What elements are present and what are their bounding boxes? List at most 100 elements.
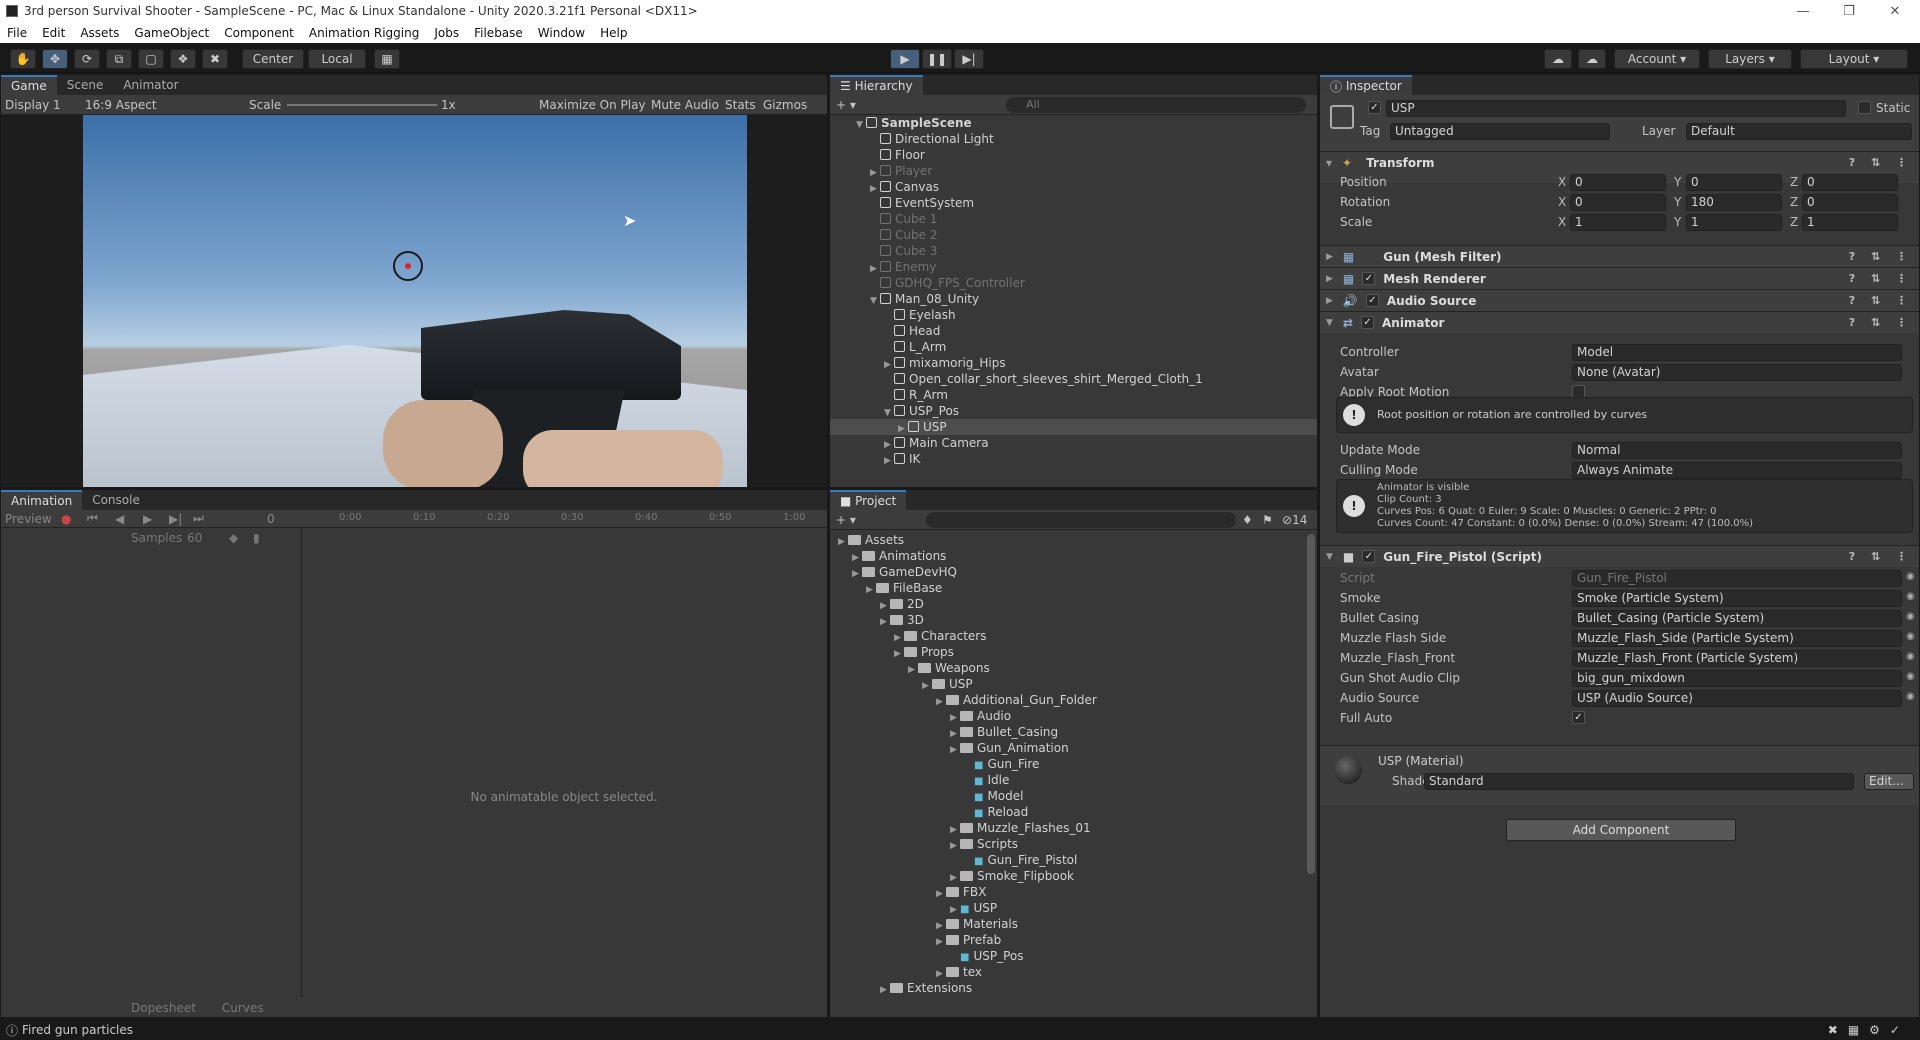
menu-edit[interactable]: Edit (35, 26, 73, 40)
component-header[interactable]: ▼ ⇄ ✓ Animator ? ⇅ ⋮ (1320, 311, 1919, 333)
curves-tab[interactable]: Curves (222, 1001, 264, 1015)
project-item[interactable]: ▶ Audio (830, 708, 1305, 724)
maximize-on-play-toggle[interactable]: Maximize On Play (539, 98, 646, 112)
rect-tool-icon[interactable]: ▢ (138, 49, 164, 69)
project-item[interactable]: ▶ Gun_Animation (830, 740, 1305, 756)
collab-icon[interactable]: ☁ (1544, 49, 1572, 69)
hierarchy-item[interactable]: Cube 1 (830, 211, 1317, 227)
project-item[interactable]: ▶ Smoke_Flipbook (830, 868, 1305, 884)
hierarchy-item[interactable]: ▶ USP (830, 419, 1317, 435)
transform-scl-y-field[interactable]: 1 (1686, 214, 1782, 231)
rotate-tool-icon[interactable]: ⟳ (74, 49, 100, 69)
project-item[interactable]: ▶ USP (830, 676, 1305, 692)
component-header[interactable]: ▶ ▦ ✓ Mesh Renderer ? ⇅ ⋮ (1320, 267, 1919, 289)
timeline-ruler[interactable]: 0:00 0:10 0:20 0:30 0:40 0:50 1:00 (339, 510, 817, 528)
project-search-input[interactable] (926, 512, 1236, 528)
object-picker-icon[interactable]: ◉ (1906, 691, 1915, 702)
transform-tool-icon[interactable]: ❖ (170, 49, 196, 69)
play-button[interactable]: ▶ (890, 49, 920, 69)
project-item[interactable]: ▶ tex (830, 964, 1305, 980)
dopesheet-tab[interactable]: Dopesheet (131, 1001, 196, 1015)
project-item[interactable]: ▶ Muzzle_Flashes_01 (830, 820, 1305, 836)
hierarchy-item[interactable]: Eyelash (830, 307, 1317, 323)
tab-hierarchy[interactable]: ☰ Hierarchy (830, 75, 923, 95)
component-header[interactable]: ▶ ▦ Gun (Mesh Filter) ? ⇅ ⋮ (1320, 245, 1919, 267)
culling-mode-dropdown[interactable]: Always Animate (1572, 462, 1902, 479)
tab-animation[interactable]: Animation (1, 490, 83, 510)
script-field-value[interactable]: USP (Audio Source) (1572, 690, 1902, 707)
hierarchy-item[interactable]: ▶ Canvas (830, 179, 1317, 195)
object-picker-icon[interactable]: ◉ (1906, 671, 1915, 682)
shader-dropdown[interactable]: Standard (1424, 773, 1854, 790)
transform-rot-y-field[interactable]: 180 (1686, 194, 1782, 211)
tab-project[interactable]: ■ Project (830, 490, 907, 510)
transform-rot-z-field[interactable]: 0 (1802, 194, 1898, 211)
hierarchy-item[interactable]: Head (830, 323, 1317, 339)
menu-assets[interactable]: Assets (73, 26, 127, 40)
project-item[interactable]: ▶ Scripts (830, 836, 1305, 852)
gizmos-dropdown[interactable]: Gizmos (763, 98, 807, 112)
project-item[interactable]: ■ Gun_Fire_Pistol (830, 852, 1305, 868)
script-field-value[interactable]: Bullet_Casing (Particle System) (1572, 610, 1902, 627)
expand-arrow-icon[interactable]: ▶ (880, 982, 890, 998)
component-enabled-checkbox[interactable]: ✓ (1360, 316, 1374, 329)
menu-component[interactable]: Component (217, 26, 302, 40)
hierarchy-item[interactable]: R_Arm (830, 387, 1317, 403)
stats-toggle[interactable]: Stats (725, 98, 756, 112)
hierarchy-item[interactable]: GDHQ_FPS_Controller (830, 275, 1317, 291)
component-menu-icons[interactable]: ? ⇅ ⋮ (1849, 250, 1913, 263)
create-asset-button[interactable]: + ▾ (836, 513, 856, 527)
hierarchy-search-input[interactable]: All (1006, 97, 1306, 113)
filter-type-icon[interactable]: ♦ (1242, 513, 1253, 527)
component-header[interactable]: ▶ 🔊 ✓ Audio Source ? ⇅ ⋮ (1320, 289, 1919, 311)
hierarchy-item[interactable]: Cube 2 (830, 227, 1317, 243)
tab-console[interactable]: Console (82, 490, 150, 510)
pause-button[interactable]: ❚❚ (922, 49, 952, 69)
tab-animator[interactable]: Animator (113, 75, 188, 95)
hierarchy-item[interactable]: Open_collar_short_sleeves_shirt_Merged_C… (830, 371, 1317, 387)
hidden-packages-icon[interactable]: ⊘14 (1282, 513, 1307, 527)
hierarchy-item[interactable]: ▼ SampleScene (830, 115, 1317, 131)
object-name-field[interactable]: USP (1386, 100, 1846, 117)
project-item[interactable]: ■ Gun_Fire (830, 756, 1305, 772)
hierarchy-item[interactable]: Cube 3 (830, 243, 1317, 259)
full-auto-checkbox[interactable]: ✓ (1572, 711, 1585, 724)
hierarchy-item[interactable]: ▶ Player (830, 163, 1317, 179)
object-picker-icon[interactable]: ◉ (1906, 591, 1915, 602)
cloud-icon[interactable]: ☁ (1578, 49, 1606, 69)
avatar-field[interactable]: None (Avatar) (1572, 364, 1902, 381)
last-key-icon[interactable]: ⏭ (193, 511, 204, 526)
object-picker-icon[interactable]: ◉ (1906, 611, 1915, 622)
record-icon[interactable]: ● (61, 512, 71, 526)
project-item[interactable]: ▶ Bullet_Casing (830, 724, 1305, 740)
object-picker-icon[interactable]: ◉ (1906, 651, 1915, 662)
first-key-icon[interactable]: ⏮ (87, 511, 98, 526)
project-item[interactable]: ▶ Weapons (830, 660, 1305, 676)
scale-tool-icon[interactable]: ⧉ (106, 49, 132, 69)
menu-file[interactable]: File (0, 26, 35, 40)
project-item[interactable]: ▶ Props (830, 644, 1305, 660)
transform-scl-z-field[interactable]: 1 (1802, 214, 1898, 231)
script-field-value[interactable]: big_gun_mixdown (1572, 670, 1902, 687)
add-event-icon[interactable]: ▮ (253, 531, 260, 545)
project-item[interactable]: ▶ ■ USP (830, 900, 1305, 916)
controller-field[interactable]: Model (1572, 344, 1902, 361)
transform-scl-x-field[interactable]: 1 (1570, 214, 1666, 231)
hierarchy-item[interactable]: ▶ mixamorig_Hips (830, 355, 1317, 371)
close-icon[interactable]: ✕ (1872, 0, 1918, 22)
menu-jobs[interactable]: Jobs (427, 26, 467, 40)
component-menu-icons[interactable]: ? ⇅ ⋮ (1849, 272, 1913, 285)
menu-gameobject[interactable]: GameObject (127, 26, 217, 40)
transform-pos-z-field[interactable]: 0 (1802, 174, 1898, 191)
project-scrollbar[interactable] (1307, 534, 1315, 874)
project-item[interactable]: ▶ Animations (830, 548, 1305, 564)
component-menu-icons[interactable]: ? ⇅ ⋮ (1849, 156, 1913, 169)
hierarchy-item[interactable]: ▶ IK (830, 451, 1317, 467)
transform-pos-x-field[interactable]: 0 (1570, 174, 1666, 191)
script-enabled-checkbox[interactable]: ✓ (1362, 550, 1376, 563)
preview-toggle[interactable]: Preview (5, 512, 52, 526)
component-menu-icons[interactable]: ? ⇅ ⋮ (1849, 316, 1913, 329)
project-item[interactable]: ■ Model (830, 788, 1305, 804)
script-field-value[interactable]: Muzzle_Flash_Side (Particle System) (1572, 630, 1902, 647)
project-item[interactable]: ▶ 2D (830, 596, 1305, 612)
